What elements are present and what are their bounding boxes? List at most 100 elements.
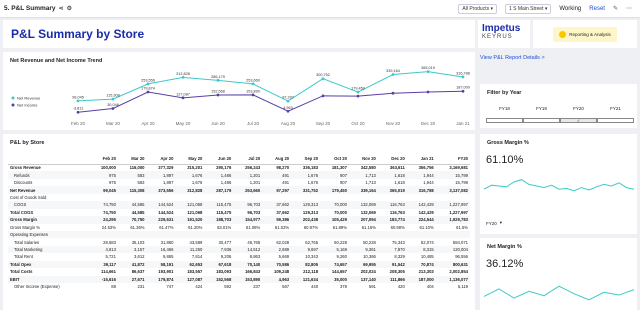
- table-cell: 256,243: [245, 165, 261, 171]
- table-cell: 121,068: [187, 209, 203, 215]
- table-cell: [320, 231, 349, 238]
- table-cell: [436, 231, 470, 238]
- table-cell: 183,093: [216, 269, 232, 275]
- row-label: Gross Revenue: [10, 165, 41, 171]
- table-cell: 193,901: [158, 269, 174, 275]
- table-row: Refunds 975 583 1,897 1,676 1,486 1,201 491 1,67…: [8, 171, 470, 179]
- view-report-link[interactable]: View P&L Report Details >: [480, 55, 545, 61]
- column-header[interactable]: Nov 20: [348, 154, 378, 165]
- table-cell: 121,634: [302, 276, 319, 282]
- data-label: 300,752: [316, 73, 330, 77]
- column-header[interactable]: May 20: [175, 154, 205, 165]
- x-tick-label: Sep 20: [316, 121, 331, 126]
- year-checkbox[interactable]: [523, 118, 560, 123]
- column-header[interactable]: Jul 20: [233, 154, 263, 165]
- table-cell: 142,429: [418, 202, 434, 208]
- data-label: 312,828: [176, 72, 190, 76]
- store-filter[interactable]: 1 S Main Street ▾: [505, 3, 552, 14]
- data-point: [461, 75, 465, 79]
- data-point: [286, 99, 290, 103]
- table-row: Net Revenue 99,045 115,308 373,556 312,828 28…: [8, 186, 470, 194]
- data-point: [76, 99, 80, 103]
- table-cell: 747: [166, 284, 174, 290]
- edit-icon[interactable]: ✎: [613, 5, 618, 12]
- table-cell: 99,045: [103, 187, 116, 193]
- table-cell: 5,119: [457, 284, 468, 290]
- data-point: [321, 77, 325, 81]
- table-cell: 16,466: [160, 247, 174, 253]
- table-cell: 356,756: [418, 165, 434, 171]
- table-cell: 62,028: [276, 239, 290, 245]
- column-header[interactable]: Jan 21: [406, 154, 436, 165]
- table-cell: 7,936: [220, 247, 232, 253]
- table-cell: 975: [108, 172, 116, 178]
- row-label: Total Salaries: [14, 239, 40, 245]
- more-icon[interactable]: ⋯: [626, 5, 632, 12]
- year-checkbox-cell: ✓: [560, 118, 597, 123]
- table-cell: 1,897: [162, 180, 174, 186]
- table-cell: 144,524: [158, 209, 174, 215]
- row-label: COGS: [14, 202, 27, 208]
- net-margin-title: Net Margin %: [487, 244, 522, 250]
- table-row: Gross Margin % 24.53% 61.36% 61.47% 61.20% 63…: [8, 224, 470, 231]
- year-filter-panel: Filter by Year FY18 FY19 FY20 FY21 ✓: [480, 84, 637, 128]
- column-header[interactable]: Jun 20: [204, 154, 234, 165]
- column-header[interactable]: Apr 20: [146, 154, 176, 165]
- table-cell: 316,788: [418, 187, 434, 193]
- product-filter-label: All Products: [462, 5, 490, 12]
- x-tick-label: Apr 20: [141, 121, 155, 126]
- table-cell: 137,140: [360, 276, 376, 282]
- logo-sub: KEYRUS: [482, 34, 513, 40]
- table-cell: 50,228: [363, 239, 376, 245]
- data-point: [286, 109, 290, 113]
- data-point: [111, 107, 115, 110]
- year-select[interactable]: FY20 ▾: [486, 220, 502, 226]
- table-cell: 70,140: [247, 261, 261, 267]
- year-checkbox[interactable]: [486, 118, 523, 123]
- table-cell: 287,179: [216, 187, 232, 193]
- table-cell: 116,763: [389, 202, 405, 208]
- column-header[interactable]: Mar 20: [117, 154, 147, 165]
- column-header[interactable]: Aug 20: [262, 154, 292, 165]
- chevron-down-icon: ▾: [499, 220, 503, 225]
- gross-margin-title: Gross Margin %: [487, 140, 529, 146]
- column-header[interactable]: Feb 20: [89, 154, 118, 165]
- data-point: [461, 89, 465, 93]
- table-cell: 10,366: [363, 254, 376, 260]
- table-cell: 373,556: [158, 187, 174, 193]
- table-cell: 378: [339, 284, 347, 290]
- table-cell: 975: [108, 180, 116, 186]
- table-row: Gross Margin 24,295 70,750 229,631 191,520 18…: [8, 216, 470, 224]
- table-cell: [204, 231, 233, 238]
- data-point: [216, 78, 220, 82]
- year-checkbox[interactable]: ✓: [560, 118, 597, 123]
- data-point: [391, 91, 395, 95]
- table-cell: 61.16%: [361, 224, 376, 230]
- row-label: Total Opex: [10, 261, 32, 267]
- table-cell: [349, 194, 378, 201]
- pl-title: P&L by Store: [10, 140, 45, 146]
- column-header[interactable]: FY20: [435, 154, 470, 165]
- year-checkbox[interactable]: [597, 118, 634, 123]
- column-header[interactable]: Dec 20: [377, 154, 407, 165]
- table-cell: 39,117: [103, 261, 116, 267]
- gross-margin-value: 61.10%: [486, 154, 524, 166]
- column-header[interactable]: Oct 20: [320, 154, 349, 165]
- data-point: [251, 82, 255, 86]
- reporting-button[interactable]: Reporting & Analysis: [553, 26, 617, 42]
- settings-icon[interactable]: ⚙: [67, 5, 72, 12]
- table-cell: 61.5%: [456, 224, 468, 230]
- reset-button[interactable]: Reset: [589, 6, 605, 12]
- share-icon[interactable]: ⋖: [59, 5, 64, 12]
- table-cell: 144,657: [331, 269, 347, 275]
- dashboard-title-text: 5. P&L Summary: [4, 5, 56, 12]
- table-cell: [349, 231, 378, 238]
- table-cell: 116,763: [389, 209, 405, 215]
- table-cell: 144,524: [158, 202, 174, 208]
- table-cell: [378, 231, 407, 238]
- table-cell: 61.89%: [332, 224, 347, 230]
- product-filter[interactable]: All Products ▾: [458, 3, 497, 14]
- table-cell: 591: [368, 284, 376, 290]
- x-tick-label: May 20: [176, 121, 191, 126]
- column-header[interactable]: Sep 20: [291, 154, 321, 165]
